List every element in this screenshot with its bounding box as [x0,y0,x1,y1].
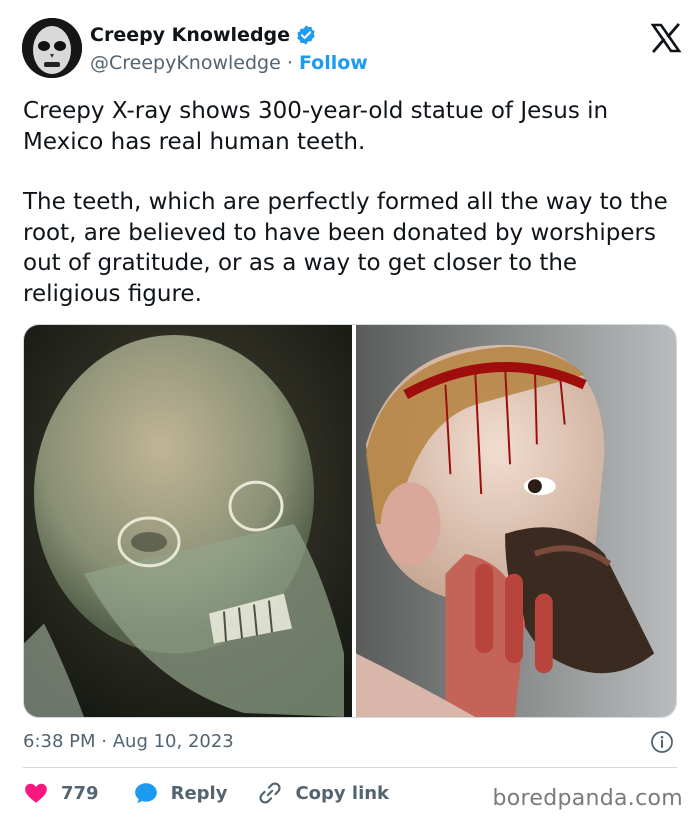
display-name[interactable]: Creepy Knowledge [90,24,290,46]
tweet-time: 6:38 PM [23,731,96,752]
tweet-header: Creepy Knowledge @CreepyKnowledge · Foll… [22,18,682,80]
tweet-paragraph: The teeth, which are perfectly formed al… [23,189,668,307]
tweet-paragraph: Creepy X-ray shows 300-year-old statue o… [23,98,609,155]
tweet-text: Creepy X-ray shows 300-year-old statue o… [23,96,679,309]
reply-bubble-icon [134,783,157,804]
reply-button[interactable]: Reply [133,780,228,806]
tweet-timestamp[interactable]: 6:38 PM · Aug 10, 2023 [23,731,234,752]
follow-button[interactable]: Follow [299,52,368,74]
x-logo-icon[interactable] [650,22,682,54]
heart-icon [25,783,47,803]
tweet-date: Aug 10, 2023 [112,731,234,752]
info-icon[interactable] [650,730,674,754]
tweet-media[interactable] [23,324,677,718]
statue-image-graphic [356,325,676,717]
skull-face-avatar-icon [22,18,82,78]
tweet-actions: 779 Reply Copy link [23,778,389,808]
name-row: Creepy Knowledge [90,24,317,46]
copy-link-button[interactable]: Copy link [257,780,389,806]
watermark: boredpanda.com [492,786,683,811]
copy-link-label: Copy link [295,782,390,804]
xray-statue-head-image[interactable] [24,325,352,717]
actions-divider [23,767,677,768]
xray-image-graphic [24,325,352,717]
handle-separator: · [286,52,293,74]
reply-label: Reply [170,782,228,804]
like-button[interactable]: 779 [23,780,99,806]
author-handle[interactable]: @CreepyKnowledge [90,52,281,74]
painted-statue-head-image[interactable] [356,325,676,717]
like-count: 779 [61,782,99,804]
verified-badge-icon [297,25,315,45]
handle-row: @CreepyKnowledge · Follow [90,52,368,74]
avatar[interactable] [22,18,82,78]
link-icon [259,782,281,804]
timestamp-separator: · [101,731,107,752]
